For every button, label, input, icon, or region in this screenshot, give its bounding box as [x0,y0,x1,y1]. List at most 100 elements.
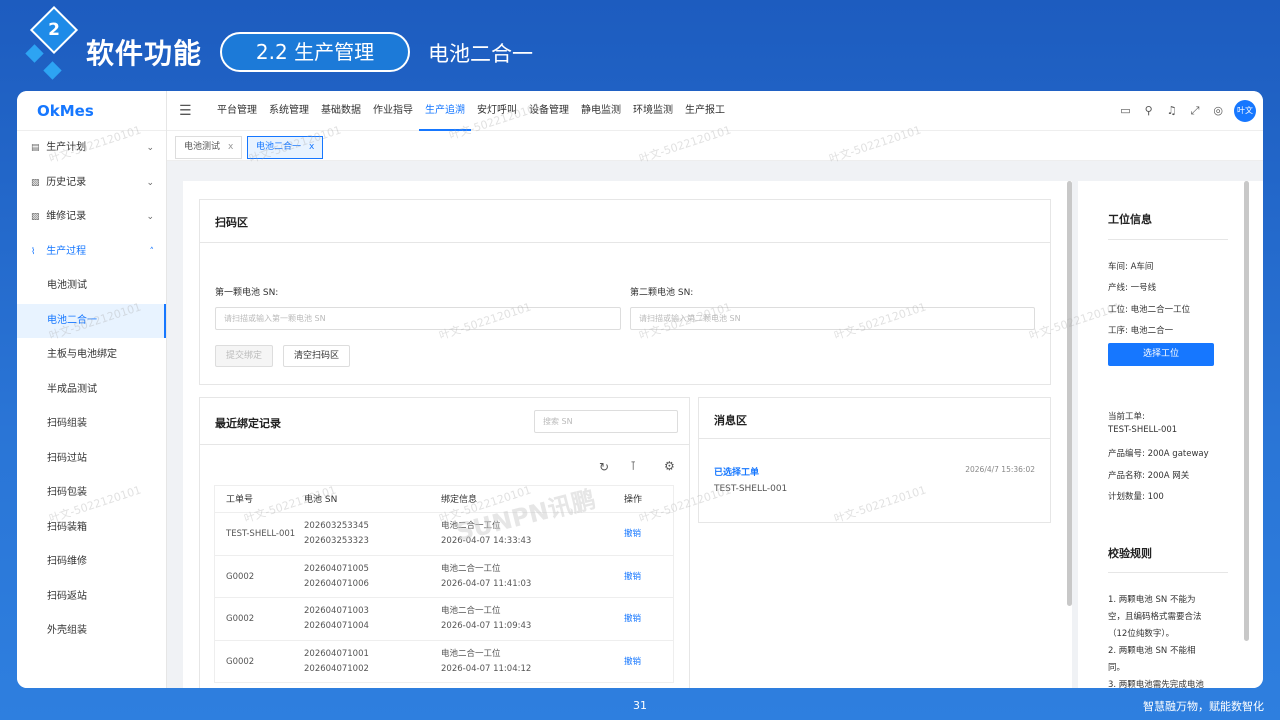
density-icon[interactable]: ⊺ [630,459,636,473]
sidebar-group-history[interactable]: ▧ 历史记录 ⌄ [17,166,166,201]
decor-diamond [25,44,44,63]
fullscreen-icon[interactable]: ⤢ [1191,104,1200,118]
table-row: TEST-SHELL-001 202603253345 202603253323… [214,513,674,556]
sidebar-item-scan-pass[interactable]: 扫码过站 [17,442,166,477]
history-icon: ▧ [31,177,40,188]
second-sn-label: 第二颗电池 SN: [630,288,694,298]
sidebar-group-label: 历史记录 [46,176,87,188]
cell-order: G0002 [226,614,255,624]
divider [1108,239,1228,240]
chevron-up-icon: ˄ [149,246,155,257]
revoke-link[interactable]: 撤销 [624,570,641,584]
app-logo[interactable]: OkMes [17,91,166,131]
nav-esd[interactable]: 静电监测 [575,91,627,131]
sidebar-item-semi-test[interactable]: 半成品测试 [17,373,166,408]
cell-time: 2026-04-07 11:41:03 [441,578,532,589]
chevron-down-icon: ⌄ [146,212,154,222]
tab-battery-2in1[interactable]: 电池二合一 x [247,136,324,159]
sidebar-item-board-battery-bind[interactable]: 主板与电池绑定 [17,338,166,373]
cell-sn1: 202603253345 [304,521,369,531]
footer-slogan: 智慧融万物，赋能数智化 [1143,700,1264,713]
divider [200,444,689,445]
sidebar-item-scan-return[interactable]: 扫码返站 [17,580,166,615]
tab-label: 电池测试 [184,142,221,152]
app-screenshot: OkMes ▤ 生产计划 ⌄ ▧ 历史记录 ⌄ ▨ 维修记录 ⌄ ⌇ 生产过程 ˄ 电池… [17,91,1263,688]
plan-quantity: 计划数量: 100 [1108,492,1164,502]
rule-line: 同。 [1108,663,1126,673]
revoke-link[interactable]: 撤销 [624,655,641,669]
section-number: 2 [48,20,60,40]
cell-station: 电池二合一工位 [441,648,501,659]
nav-traceability[interactable]: 生产追溯 [419,91,471,131]
refresh-icon[interactable]: ↻ [599,460,609,474]
top-navbar: ☰ 平台管理 系统管理 基础数据 作业指导 生产追溯 安灯呼叫 设备管理 静电监… [167,91,1263,131]
message-heading: 已选择工单 [714,468,760,478]
sidebar-group-repair[interactable]: ▨ 维修记录 ⌄ [17,200,166,235]
close-icon[interactable]: x [228,142,233,152]
product-code: 产品编号: 200A gateway [1108,449,1209,459]
sidebar-item-scan-assemble[interactable]: 扫码组装 [17,407,166,442]
main-scrollbar[interactable] [1067,181,1072,606]
page-number: 31 [633,699,647,712]
cell-time: 2026-04-07 11:04:12 [441,663,532,674]
nav-basic-data[interactable]: 基础数据 [315,91,367,131]
nav-work-guide[interactable]: 作业指导 [367,91,419,131]
slide-title: 软件功能 [86,37,203,70]
nav-environment[interactable]: 环境监测 [627,91,679,131]
nav-equipment[interactable]: 设备管理 [523,91,575,131]
scan-card: 扫码区 第一颗电池 SN: 请扫描或输入第一颗电池 SN 第二颗电池 SN: 请… [199,199,1051,385]
first-sn-input[interactable]: 请扫描或输入第一颗电池 SN [215,307,621,330]
cell-sn2: 202604071004 [304,621,369,631]
cell-station: 电池二合一工位 [441,521,501,531]
slide-subtitle: 电池二合一 [428,42,533,66]
col-order: 工单号 [226,495,254,505]
page-tabs: 电池测试 x 电池二合一 x [167,131,1263,161]
nav-andon[interactable]: 安灯呼叫 [471,91,523,131]
settings-icon[interactable]: ⚙ [664,459,675,473]
globe-icon[interactable]: ◎ [1213,104,1223,118]
order-value: TEST-SHELL-001 [1108,425,1178,435]
menu-toggle-icon[interactable]: ☰ [179,103,192,119]
rule-line: （12位纯数字）。 [1108,629,1175,639]
bell-icon[interactable]: ♫ [1167,104,1177,118]
nav-platform[interactable]: 平台管理 [211,91,263,131]
table-header: 工单号 电池 SN 绑定信息 操作 [214,485,674,513]
sidebar-item-scan-box[interactable]: 扫码装箱 [17,511,166,546]
line-text: 产线: 一号线 [1108,283,1157,293]
section-pill: 2.2 生产管理 [220,32,410,72]
close-icon[interactable]: x [309,142,314,152]
cell-sn1: 202604071001 [304,648,369,659]
search-icon[interactable]: ⚲ [1145,104,1153,118]
sidebar-item-shell-assemble[interactable]: 外壳组装 [17,614,166,649]
second-sn-input[interactable]: 请扫描或输入第二颗电池 SN [630,307,1035,330]
product-name: 产品名称: 200A 网关 [1108,471,1190,481]
revoke-link[interactable]: 撤销 [624,612,641,626]
clear-scan-button[interactable]: 清空扫码区 [283,345,350,367]
sidebar-group-plan[interactable]: ▤ 生产计划 ⌄ [17,131,166,166]
divider [1108,572,1228,573]
sidebar-item-battery-2in1[interactable]: 电池二合一 [17,303,166,338]
divider [699,438,1050,439]
nav-system[interactable]: 系统管理 [263,91,315,131]
rule-line: 1. 两颗电池 SN 不能为 [1108,595,1196,605]
message-card: 消息区 已选择工单 2026/4/7 15:36:02 TEST-SHELL-0… [698,397,1051,523]
tab-battery-test[interactable]: 电池测试 x [175,136,243,159]
sidebar-item-scan-repair[interactable]: 扫码维修 [17,545,166,580]
panel-scrollbar[interactable] [1244,181,1249,641]
toolbar-icons: ▭ ⚲ ♫ ⤢ ◎ [1120,104,1223,118]
cell-sn2: 202604071002 [304,663,369,674]
submit-bind-button[interactable]: 提交绑定 [215,345,273,367]
monitor-icon[interactable]: ▭ [1120,104,1130,118]
rule-line: 2. 两颗电池 SN 不能相 [1108,646,1196,656]
first-sn-label: 第一颗电池 SN: [215,288,279,298]
avatar[interactable]: 叶文 [1234,100,1256,122]
sidebar-group-process[interactable]: ⌇ 生产过程 ˄ [17,235,166,270]
cell-station: 电池二合一工位 [441,563,501,574]
select-station-button[interactable]: 选择工位 [1108,343,1214,366]
nav-report[interactable]: 生产报工 [679,91,731,131]
search-input[interactable]: 搜索 SN [534,410,678,433]
sidebar-item-battery-test[interactable]: 电池测试 [17,269,166,304]
chevron-down-icon: ⌄ [146,177,154,188]
revoke-link[interactable]: 撤销 [624,527,641,541]
sidebar-item-scan-pack[interactable]: 扫码包装 [17,476,166,511]
